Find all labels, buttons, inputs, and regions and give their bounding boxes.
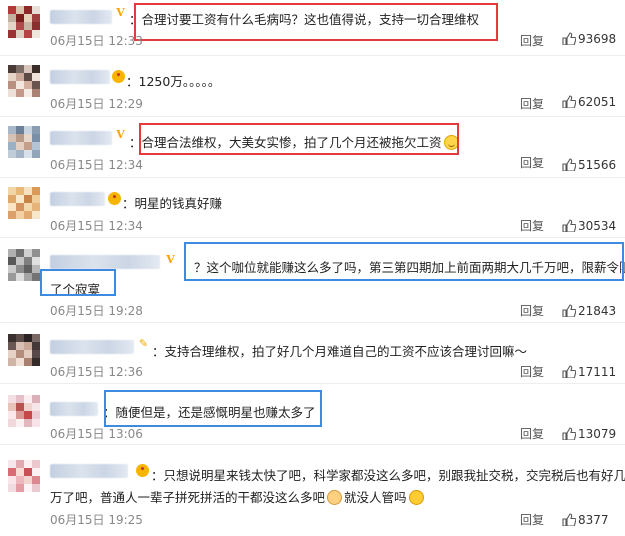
reply-button[interactable]: 回复: [520, 95, 544, 112]
thumbs-up-icon: [562, 95, 576, 108]
like-count: 30534: [578, 219, 617, 233]
comment-text-line2: 万了吧，普通人一辈子拼死拼活的干都没这么多吧 就没人管吗: [50, 487, 426, 506]
username-blurred[interactable]: [50, 255, 160, 269]
highlight-box-red: [134, 3, 498, 41]
comment-item: • 1250万。。。。。 06月15日 12:29 回复 62051: [0, 57, 625, 117]
comment-text: 1250万。。。。。: [126, 71, 221, 90]
comment-time: 06月15日 12:34: [50, 219, 143, 233]
comment-item: V ？这个咖位就能赚这么多了吗，第三第四期加上前面两期大几千万吧，限薪令限 了个…: [0, 239, 625, 323]
emoji-badge-icon: •: [108, 192, 121, 205]
reply-button[interactable]: 回复: [520, 302, 544, 319]
pen-badge-icon: ✎: [138, 337, 149, 350]
v-badge-icon: V: [116, 128, 125, 141]
comment-time: 06月15日 12:29: [50, 97, 143, 111]
reply-button[interactable]: 回复: [520, 154, 544, 171]
avatar[interactable]: [8, 395, 40, 427]
like-button[interactable]: 13079: [562, 427, 616, 441]
v-badge-icon: V: [116, 6, 125, 19]
comment-item: 随便但是，还是感慨明星也赚太多了 06月15日 13:06 回复 13079: [0, 385, 625, 445]
avatar[interactable]: [8, 187, 40, 219]
like-button[interactable]: 62051: [562, 95, 616, 109]
like-button[interactable]: 51566: [562, 158, 616, 172]
comment-item: • 明星的钱真好赚 06月15日 12:34 回复 30534: [0, 179, 625, 238]
highlight-box-red: [139, 123, 459, 155]
comment-time: 06月15日 19:25: [50, 513, 143, 527]
comment-text: 支持合理维权，拍了好几个月难道自己的工资不应该合理讨回嘛～: [152, 341, 528, 360]
comment-item: ✎ 支持合理维权，拍了好几个月难道自己的工资不应该合理讨回嘛～ 06月15日 1…: [0, 324, 625, 384]
sweat-emoji-icon: [408, 490, 424, 505]
highlight-box-blue: [184, 242, 624, 281]
cat-emoji-icon: [327, 490, 343, 505]
thumbs-up-icon: [562, 32, 576, 45]
reply-button[interactable]: 回复: [520, 363, 544, 380]
like-count: 51566: [578, 158, 617, 172]
reply-button[interactable]: 回复: [520, 32, 544, 49]
highlight-box-blue: [40, 269, 116, 296]
username-blurred[interactable]: [50, 10, 112, 24]
thumbs-up-icon: [562, 427, 576, 440]
avatar[interactable]: [8, 249, 40, 281]
comment-time: 06月15日 12:34: [50, 158, 143, 172]
comment-item: V 合理讨要工资有什么毛病吗？这也值得说，支持一切合理维权 06月15日 12:…: [0, 0, 625, 56]
like-count: 93698: [578, 32, 617, 46]
thumbs-up-icon: [562, 365, 576, 378]
reply-button[interactable]: 回复: [520, 217, 544, 234]
like-count: 13079: [578, 427, 617, 441]
emoji-badge-icon: •: [112, 70, 125, 83]
like-button[interactable]: 93698: [562, 32, 616, 46]
v-badge-icon: V: [166, 253, 175, 266]
username-blurred[interactable]: [50, 402, 98, 416]
like-button[interactable]: 17111: [562, 365, 616, 379]
like-count: 17111: [578, 365, 617, 379]
highlight-box-blue: [104, 390, 322, 427]
comment-item: • 只想说明星来钱太快了吧，科学家都没这么多吧，别跟我扯交税，交完税后也有好几百…: [0, 446, 625, 536]
avatar[interactable]: [8, 334, 40, 366]
comment-time: 06月15日 19:28: [50, 304, 143, 318]
username-blurred[interactable]: [50, 192, 105, 206]
reply-button[interactable]: 回复: [520, 511, 544, 528]
thumbs-up-icon: [562, 513, 576, 526]
like-count: 8377: [578, 513, 609, 527]
like-count: 62051: [578, 95, 617, 109]
avatar[interactable]: [8, 65, 40, 97]
like-button[interactable]: 8377: [562, 513, 609, 527]
comment-time: 06月15日 12:33: [50, 34, 143, 48]
comment-time: 06月15日 13:06: [50, 427, 143, 441]
avatar[interactable]: [8, 126, 40, 158]
comment-text-line1: 只想说明星来钱太快了吧，科学家都没这么多吧，别跟我扯交税，交完税后也有好几百: [151, 465, 625, 484]
comment-text-line2-a: 万了吧，普通人一辈子拼死拼活的干都没这么多吧: [50, 490, 326, 505]
username-blurred[interactable]: [50, 340, 134, 354]
comment-text: 明星的钱真好赚: [122, 193, 223, 212]
like-count: 21843: [578, 304, 617, 318]
username-blurred[interactable]: [50, 464, 128, 478]
comment-item: V 合理合法维权，大美女实惨，拍了几个月还被拖欠工资 06月15日 12:34 …: [0, 118, 625, 178]
comment-list: V 合理讨要工资有什么毛病吗？这也值得说，支持一切合理维权 06月15日 12:…: [0, 0, 625, 536]
like-button[interactable]: 30534: [562, 219, 616, 233]
like-button[interactable]: 21843: [562, 304, 616, 318]
comment-text-line2-b: 就没人管吗: [344, 490, 407, 505]
comment-time: 06月15日 12:36: [50, 365, 143, 379]
thumbs-up-icon: [562, 158, 576, 171]
username-blurred[interactable]: [50, 70, 110, 84]
avatar[interactable]: [8, 460, 40, 492]
avatar[interactable]: [8, 6, 40, 38]
thumbs-up-icon: [562, 304, 576, 317]
thumbs-up-icon: [562, 219, 576, 232]
emoji-badge-icon: •: [136, 464, 149, 477]
username-blurred[interactable]: [50, 131, 112, 145]
reply-button[interactable]: 回复: [520, 425, 544, 442]
